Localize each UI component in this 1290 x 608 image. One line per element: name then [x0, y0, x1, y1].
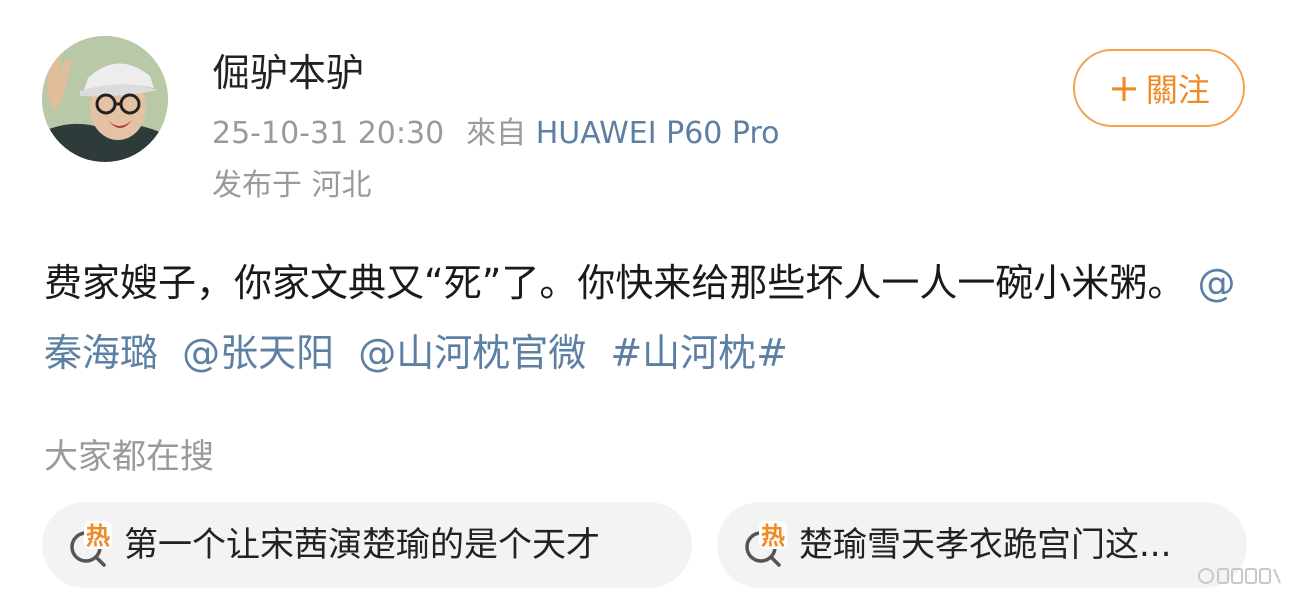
- post-timestamp: 25-10-31 20:30: [212, 116, 445, 151]
- trending-search-text: 楚瑜雪天孝衣跪宫门这...: [799, 525, 1172, 565]
- post-location: 发布于 河北: [212, 168, 372, 203]
- trending-search-text: 第一个让宋茜演楚瑜的是个天才: [124, 525, 600, 565]
- hot-badge: 热: [761, 522, 785, 550]
- source-prefix: 來自: [466, 116, 527, 151]
- source-device-link[interactable]: HUAWEI P60 Pro: [536, 116, 780, 151]
- avatar[interactable]: [42, 36, 168, 162]
- post-body: 费家嫂子，你家文典又“死”了。你快来给那些坏人一人一碗小米粥。 @秦海璐 @张天…: [44, 248, 1254, 388]
- follow-button-label: 關注: [1145, 71, 1210, 109]
- plus-icon: +: [1108, 66, 1140, 110]
- post-text: 费家嫂子，你家文典又“死”了。你快来给那些坏人一人一碗小米粥。: [44, 261, 1186, 305]
- hot-search-icon: 热: [70, 521, 112, 567]
- trending-search-item[interactable]: 热 楚瑜雪天孝衣跪宫门这...: [717, 502, 1247, 588]
- hot-badge: 热: [86, 522, 110, 550]
- post-meta: 25-10-31 20:30 來自 HUAWEI P60 Pro: [212, 114, 780, 154]
- mention-link[interactable]: @山河枕官微: [358, 331, 586, 375]
- follow-button[interactable]: + 關注: [1073, 49, 1245, 127]
- author-name[interactable]: 倔驴本驴: [212, 48, 364, 98]
- trending-search-item[interactable]: 热 第一个让宋茜演楚瑜的是个天才: [42, 502, 692, 588]
- trending-title: 大家都在搜: [44, 437, 214, 477]
- hashtag-link[interactable]: #山河枕#: [610, 331, 788, 375]
- mention-link[interactable]: @张天阳: [182, 331, 334, 375]
- hot-search-icon: 热: [745, 521, 787, 567]
